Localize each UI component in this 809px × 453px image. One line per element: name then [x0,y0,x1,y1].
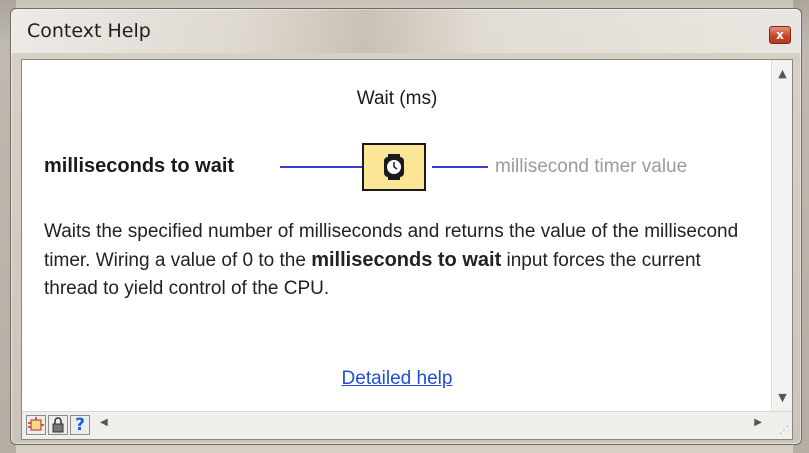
connector-pane: milliseconds to wait millisecond timer v… [22,138,772,191]
help-description: Waits the specified number of millisecon… [44,218,744,303]
description-terminal-name: milliseconds to wait [311,249,502,271]
show-optional-terminals-button[interactable] [26,415,46,435]
scroll-up-arrow-icon[interactable]: ▲ [772,64,793,84]
help-client-area: Wait (ms) milliseconds to wait milliseco [21,59,793,440]
title-bar[interactable]: Context Help x [11,9,801,53]
resize-grip-icon[interactable]: ⋰ [779,425,789,436]
input-terminal-label: milliseconds to wait [44,155,235,177]
output-terminal-label: millisecond timer value [495,156,688,177]
lock-help-button[interactable] [48,415,68,435]
vertical-scrollbar[interactable]: ▲ ▼ [771,60,792,412]
output-wire [432,166,488,168]
help-toolbar: ? ◀ ▶ [22,411,792,439]
detailed-help-link-row: Detailed help [22,368,772,390]
scroll-down-arrow-icon[interactable]: ▼ [772,388,793,408]
help-content: Wait (ms) milliseconds to wait milliseco [22,60,772,412]
input-wire [280,166,362,168]
window-title: Context Help [27,20,151,42]
vi-name-heading: Wait (ms) [356,88,438,109]
scroll-right-arrow-icon[interactable]: ▶ [754,417,762,428]
detailed-help-link[interactable]: Detailed help [342,368,453,389]
context-help-window: Context Help x Wait (ms) milliseconds to… [10,8,802,445]
close-button[interactable]: x [769,26,791,44]
stopwatch-icon [384,154,404,180]
wait-vi-icon [362,143,426,191]
scroll-left-arrow-icon[interactable]: ◀ [100,417,108,428]
lock-icon [52,417,64,433]
optional-terminals-icon [28,417,44,431]
detailed-help-button[interactable]: ? [70,415,90,435]
